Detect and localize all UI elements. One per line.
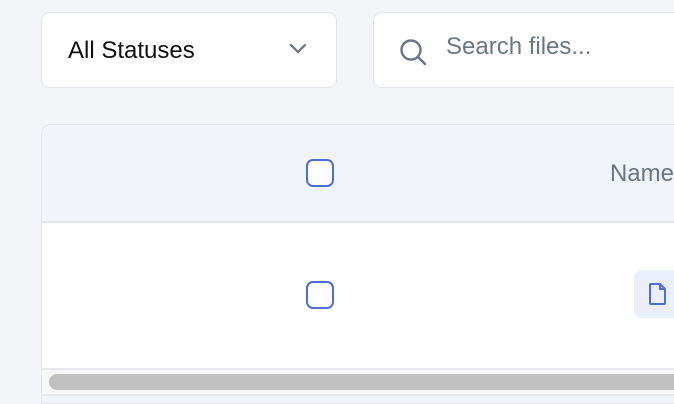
search-input[interactable] <box>446 33 661 61</box>
status-filter-value: All Statuses <box>68 37 195 64</box>
table-header: Name <box>42 125 674 223</box>
table-row[interactable] <box>42 223 674 370</box>
select-all-checkbox[interactable] <box>306 159 334 187</box>
file-type-badge <box>634 270 674 318</box>
chevron-down-icon <box>289 43 307 54</box>
search-box[interactable] <box>373 12 674 88</box>
column-header-name[interactable]: Name <box>610 160 674 188</box>
search-icon <box>400 39 427 66</box>
status-filter-select[interactable]: All Statuses <box>41 12 337 88</box>
horizontal-scrollbar[interactable] <box>42 370 674 396</box>
scrollbar-thumb[interactable] <box>49 374 674 390</box>
files-table: Name <box>41 124 674 404</box>
file-icon <box>649 283 666 305</box>
table-footer <box>42 396 674 403</box>
row-checkbox[interactable] <box>306 281 334 309</box>
